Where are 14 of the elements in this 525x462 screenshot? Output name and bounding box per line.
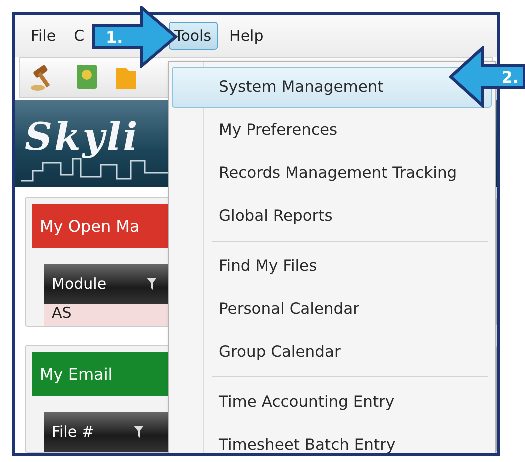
menu-option[interactable]: Find My Files <box>172 246 492 286</box>
menu-option[interactable]: System Management <box>172 67 492 108</box>
menu-item[interactable]: Tools <box>168 22 218 50</box>
callout-arrow: 1. <box>92 6 178 68</box>
logo-text: Skyli <box>25 114 140 160</box>
callout-arrow: 2. <box>449 46 525 108</box>
filter-icon[interactable] <box>146 278 157 290</box>
menu-option[interactable]: My Preferences <box>172 110 492 151</box>
filter-icon[interactable] <box>134 426 144 438</box>
menu-item[interactable]: File <box>25 22 62 50</box>
menu-item[interactable]: Help <box>224 22 270 50</box>
menu-item[interactable]: C <box>68 22 91 50</box>
menu-option[interactable]: Timesheet Batch Entry <box>172 424 492 453</box>
menu-option[interactable]: Records Management Tracking <box>172 152 492 194</box>
